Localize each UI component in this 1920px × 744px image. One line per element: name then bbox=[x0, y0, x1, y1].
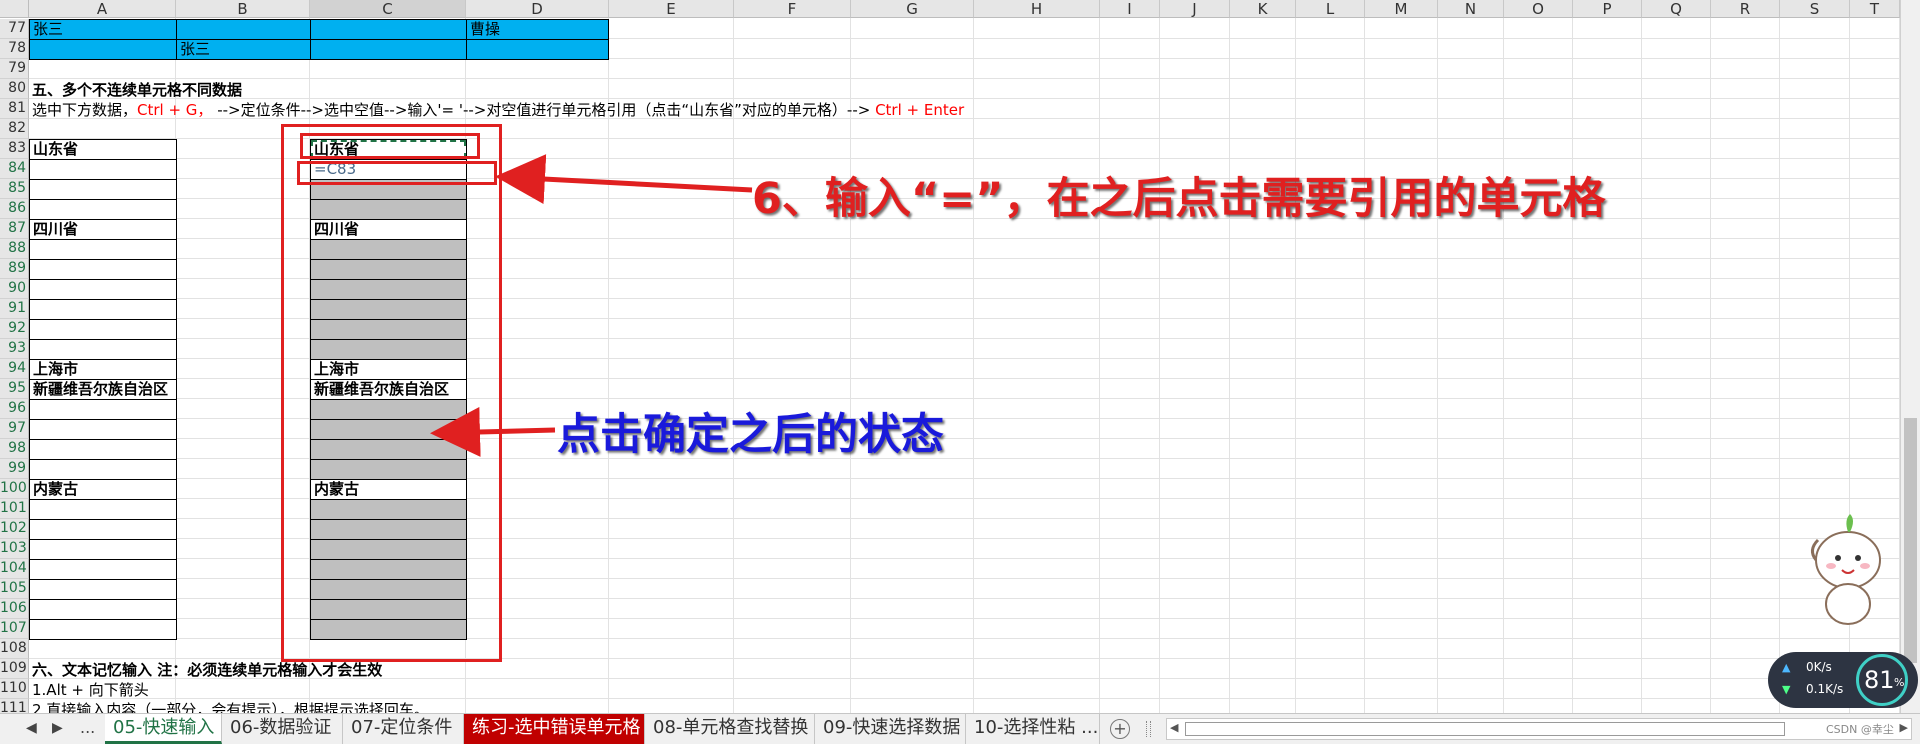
horizontal-scroll-thumb[interactable] bbox=[1185, 722, 1785, 736]
tab-next-button[interactable]: ▶ bbox=[52, 720, 63, 736]
tab-more-left-button[interactable]: ... bbox=[80, 718, 95, 737]
annotation-step6: 6、输入“=”，在之后点击需要引用的单元格 bbox=[752, 174, 1606, 224]
sheet-tab-bar: ◀ ▶ ... 05-快速输入 06-数据验证 07-定位条件 练习-选中错误单元格 0… bbox=[0, 713, 1920, 744]
vertical-scroll-thumb[interactable] bbox=[1904, 418, 1917, 663]
tab-prev-button[interactable]: ◀ bbox=[26, 720, 37, 736]
vertical-scrollbar[interactable] bbox=[1900, 0, 1920, 713]
annotation-arrows bbox=[430, 154, 753, 457]
sheet-tab-2[interactable]: 06-数据验证 bbox=[222, 714, 343, 744]
sheet-tab-6[interactable]: 09-快速选择数据 bbox=[815, 714, 966, 744]
cartoon-sticker bbox=[1811, 514, 1881, 625]
horizontal-scrollbar[interactable]: ◀ ▶ bbox=[1166, 718, 1912, 740]
cpu-percent: 81 bbox=[1864, 666, 1895, 694]
scroll-left-icon[interactable]: ◀ bbox=[1170, 721, 1178, 734]
sheet-tab-3[interactable]: 07-定位条件 bbox=[343, 714, 464, 744]
spreadsheet-grid[interactable]: ABCDEFGHIJKLMNOPQRST 77 78 79 80 81 82 83 84 85 8… bbox=[0, 0, 1920, 713]
watermark-text: CSDN @幸尘 bbox=[1826, 723, 1894, 736]
sheet-tab-4[interactable]: 练习-选中错误单元格 bbox=[464, 714, 645, 744]
annotation-after-ok: 点击确定之后的状态 bbox=[557, 410, 944, 460]
upload-arrow-icon: ▲ bbox=[1782, 661, 1791, 674]
sheet-tab-5[interactable]: 08-单元格查找替换 bbox=[645, 714, 815, 744]
download-arrow-icon: ▼ bbox=[1782, 683, 1791, 696]
upload-speed: 0K/s bbox=[1806, 660, 1832, 674]
cpu-percent-sign: % bbox=[1894, 676, 1905, 689]
sheet-tab-7[interactable]: 10-选择性粘 ... bbox=[966, 714, 1100, 744]
network-speed-widget: ▲ 0K/s ▼ 0.1K/s 81 % bbox=[1768, 652, 1918, 708]
download-speed: 0.1K/s bbox=[1806, 682, 1844, 696]
sheet-tab-1[interactable]: 05-快速输入 bbox=[105, 714, 222, 744]
add-sheet-button[interactable]: + bbox=[1110, 719, 1130, 739]
arrow-to-c84 bbox=[495, 154, 753, 205]
arrow-to-gray-cells bbox=[430, 406, 556, 457]
tab-splitter-handle[interactable] bbox=[1146, 721, 1151, 737]
scroll-right-icon[interactable]: ▶ bbox=[1900, 721, 1908, 734]
